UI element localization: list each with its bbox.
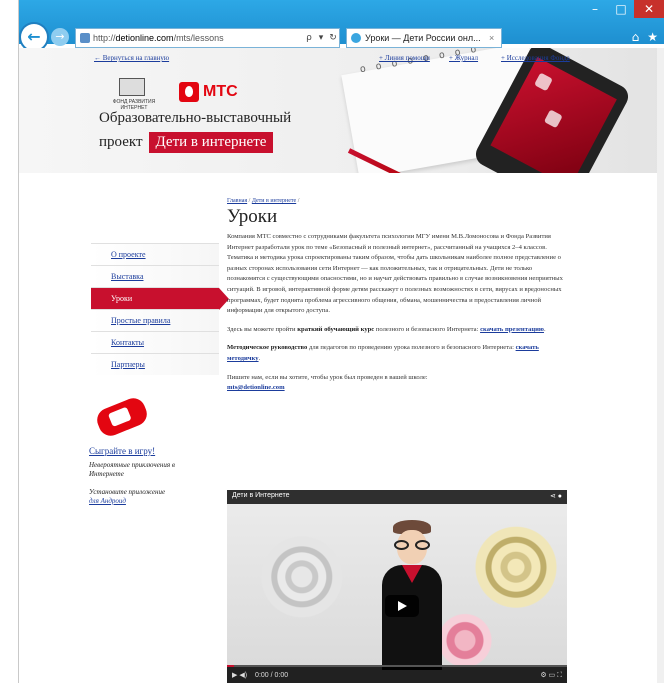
play-button[interactable]: [385, 595, 419, 617]
breadcrumb: Главная / Дети в интернете /: [227, 198, 567, 204]
project-word: проект: [99, 134, 143, 150]
breadcrumb-tail: /: [296, 198, 300, 204]
nav-item-lessons[interactable]: Уроки: [91, 287, 229, 310]
fund-logo[interactable]: ФОНД РАЗВИТИЯ ИНТЕРНЕТ: [99, 78, 169, 111]
download-presentation-link[interactable]: скачать презентацию: [480, 326, 544, 333]
breadcrumb-home[interactable]: Главная: [227, 198, 247, 204]
home-icon[interactable]: ⌂: [632, 30, 640, 44]
mts-logo[interactable]: МТС: [179, 82, 238, 102]
url-path: /mts/lessons: [173, 33, 224, 43]
course-mid: полезного и безопасного Интернета:: [374, 325, 481, 333]
breadcrumb-section[interactable]: Дети в интернете: [252, 198, 296, 204]
contact-text: Пишите нам, если вы хотите, чтобы урок б…: [227, 373, 428, 381]
page-scrollbar[interactable]: [657, 48, 664, 683]
game-description: Невероятные приключения в Интернете: [89, 461, 175, 478]
tab-uroki[interactable]: Уроки — Дети России онл... ×: [346, 28, 502, 48]
video-player[interactable]: Дети в Интернете ⋖ ● ▶ ◀) 0:00 / 0:00 ⚙ …: [227, 490, 567, 683]
dropdown-icon[interactable]: ▾: [315, 33, 327, 43]
presenter-glasses: [394, 540, 430, 550]
close-button[interactable]: ✕: [634, 0, 664, 18]
methodology-bold: Методическое руководство: [227, 344, 308, 352]
main-content: Главная / Дети в интернете / Уроки Компа…: [227, 198, 567, 402]
research-link[interactable]: + Исследования Фонда: [501, 54, 570, 62]
android-link[interactable]: для Андроид: [89, 497, 126, 505]
contact-paragraph: Пишите нам, если вы хотите, чтобы урок б…: [227, 373, 567, 394]
project-title-line2: проект Дети в интернете: [99, 132, 274, 153]
tab-title: Уроки — Дети России онл...: [365, 33, 481, 43]
methodology-paragraph: Методическое руководство для педагогов п…: [227, 343, 567, 364]
video-time: 0:00 / 0:00: [255, 671, 289, 679]
tab-close-icon[interactable]: ×: [489, 33, 501, 43]
video-top-icons: ⋖ ●: [550, 492, 562, 502]
site-header: o o o o o o o o ← Вернуться на главную +…: [19, 48, 664, 173]
page-icon: [80, 33, 90, 43]
project-title-line1: Образовательно-выставочный: [99, 110, 292, 126]
page-title: Уроки: [227, 206, 278, 227]
url-text[interactable]: http://detionline.com/mts/lessons: [93, 33, 303, 43]
methodology-mid: для педагогов по проведению урока полезн…: [307, 344, 516, 352]
mts-brand-text: МТС: [203, 83, 238, 100]
course-bold: краткий обучающий курс: [297, 325, 375, 333]
project-badge: Дети в интернете: [148, 132, 274, 153]
forward-button[interactable]: →: [51, 28, 69, 46]
video-title-bar: Дети в Интернете ⋖ ●: [227, 490, 567, 504]
install-text: Установите приложение: [89, 488, 166, 496]
left-navigation: О проекте Выставка Уроки Простые правила…: [91, 243, 229, 375]
nav-item-exhibition[interactable]: Выставка: [91, 265, 219, 287]
url-domain: detionline.com: [115, 33, 174, 43]
intro-paragraph: Компания МТС совместно с сотрудниками фа…: [227, 233, 563, 315]
hotline-link[interactable]: + Линия помощи: [379, 54, 430, 62]
refresh-icon[interactable]: ↻: [327, 33, 339, 43]
favorites-icon[interactable]: ★: [647, 30, 658, 44]
nav-item-contacts[interactable]: Контакты: [91, 331, 219, 353]
nav-item-rules[interactable]: Простые правила: [91, 309, 219, 331]
play-game-link[interactable]: Сыграйте в игру!: [89, 446, 155, 456]
nav-item-partners[interactable]: Партнеры: [91, 353, 219, 375]
video-title[interactable]: Дети в Интернете: [232, 492, 289, 502]
play-volume-icons[interactable]: ▶ ◀): [232, 671, 247, 679]
home-link[interactable]: ← Вернуться на главную: [94, 54, 169, 62]
url-prefix: http://: [93, 33, 116, 43]
address-bar[interactable]: http://detionline.com/mts/lessons ρ ▾ ↻: [75, 28, 340, 48]
window-controls: – □ ✕: [582, 0, 664, 18]
search-icon[interactable]: ρ: [303, 33, 315, 43]
contact-email-link[interactable]: mts@detionline.com: [227, 384, 285, 391]
back-button[interactable]: ←: [21, 24, 47, 50]
info-icon[interactable]: ●: [558, 493, 562, 500]
browser-window: – □ ✕ ← → http://detionline.com/mts/less…: [18, 0, 664, 683]
course-paragraph: Здесь вы можете пройти краткий обучающий…: [227, 325, 567, 336]
tab-favicon: [351, 33, 361, 43]
fund-emblem: [119, 78, 145, 96]
page-viewport: o o o o o o o o ← Вернуться на главную +…: [19, 48, 664, 683]
minimize-button[interactable]: –: [582, 0, 608, 18]
settings-fullscreen-icons[interactable]: ⚙ ▭ ⛶: [540, 671, 562, 680]
methodology-end: .: [258, 354, 261, 362]
gamepad-icon[interactable]: [93, 394, 151, 440]
course-end: .: [543, 325, 546, 333]
toolbar-icons: ⌂ ★: [632, 30, 658, 44]
course-prefix: Здесь вы можете пройти: [227, 325, 298, 333]
android-app-note: Установите приложение для Андроид: [89, 488, 199, 506]
nav-item-about[interactable]: О проекте: [91, 243, 219, 265]
mts-egg-icon: [179, 82, 199, 102]
maximize-button[interactable]: □: [608, 0, 634, 18]
share-icon[interactable]: ⋖: [550, 493, 556, 500]
journal-link[interactable]: + Журнал: [449, 54, 478, 62]
video-controls: ▶ ◀) 0:00 / 0:00 ⚙ ▭ ⛶: [227, 667, 567, 683]
